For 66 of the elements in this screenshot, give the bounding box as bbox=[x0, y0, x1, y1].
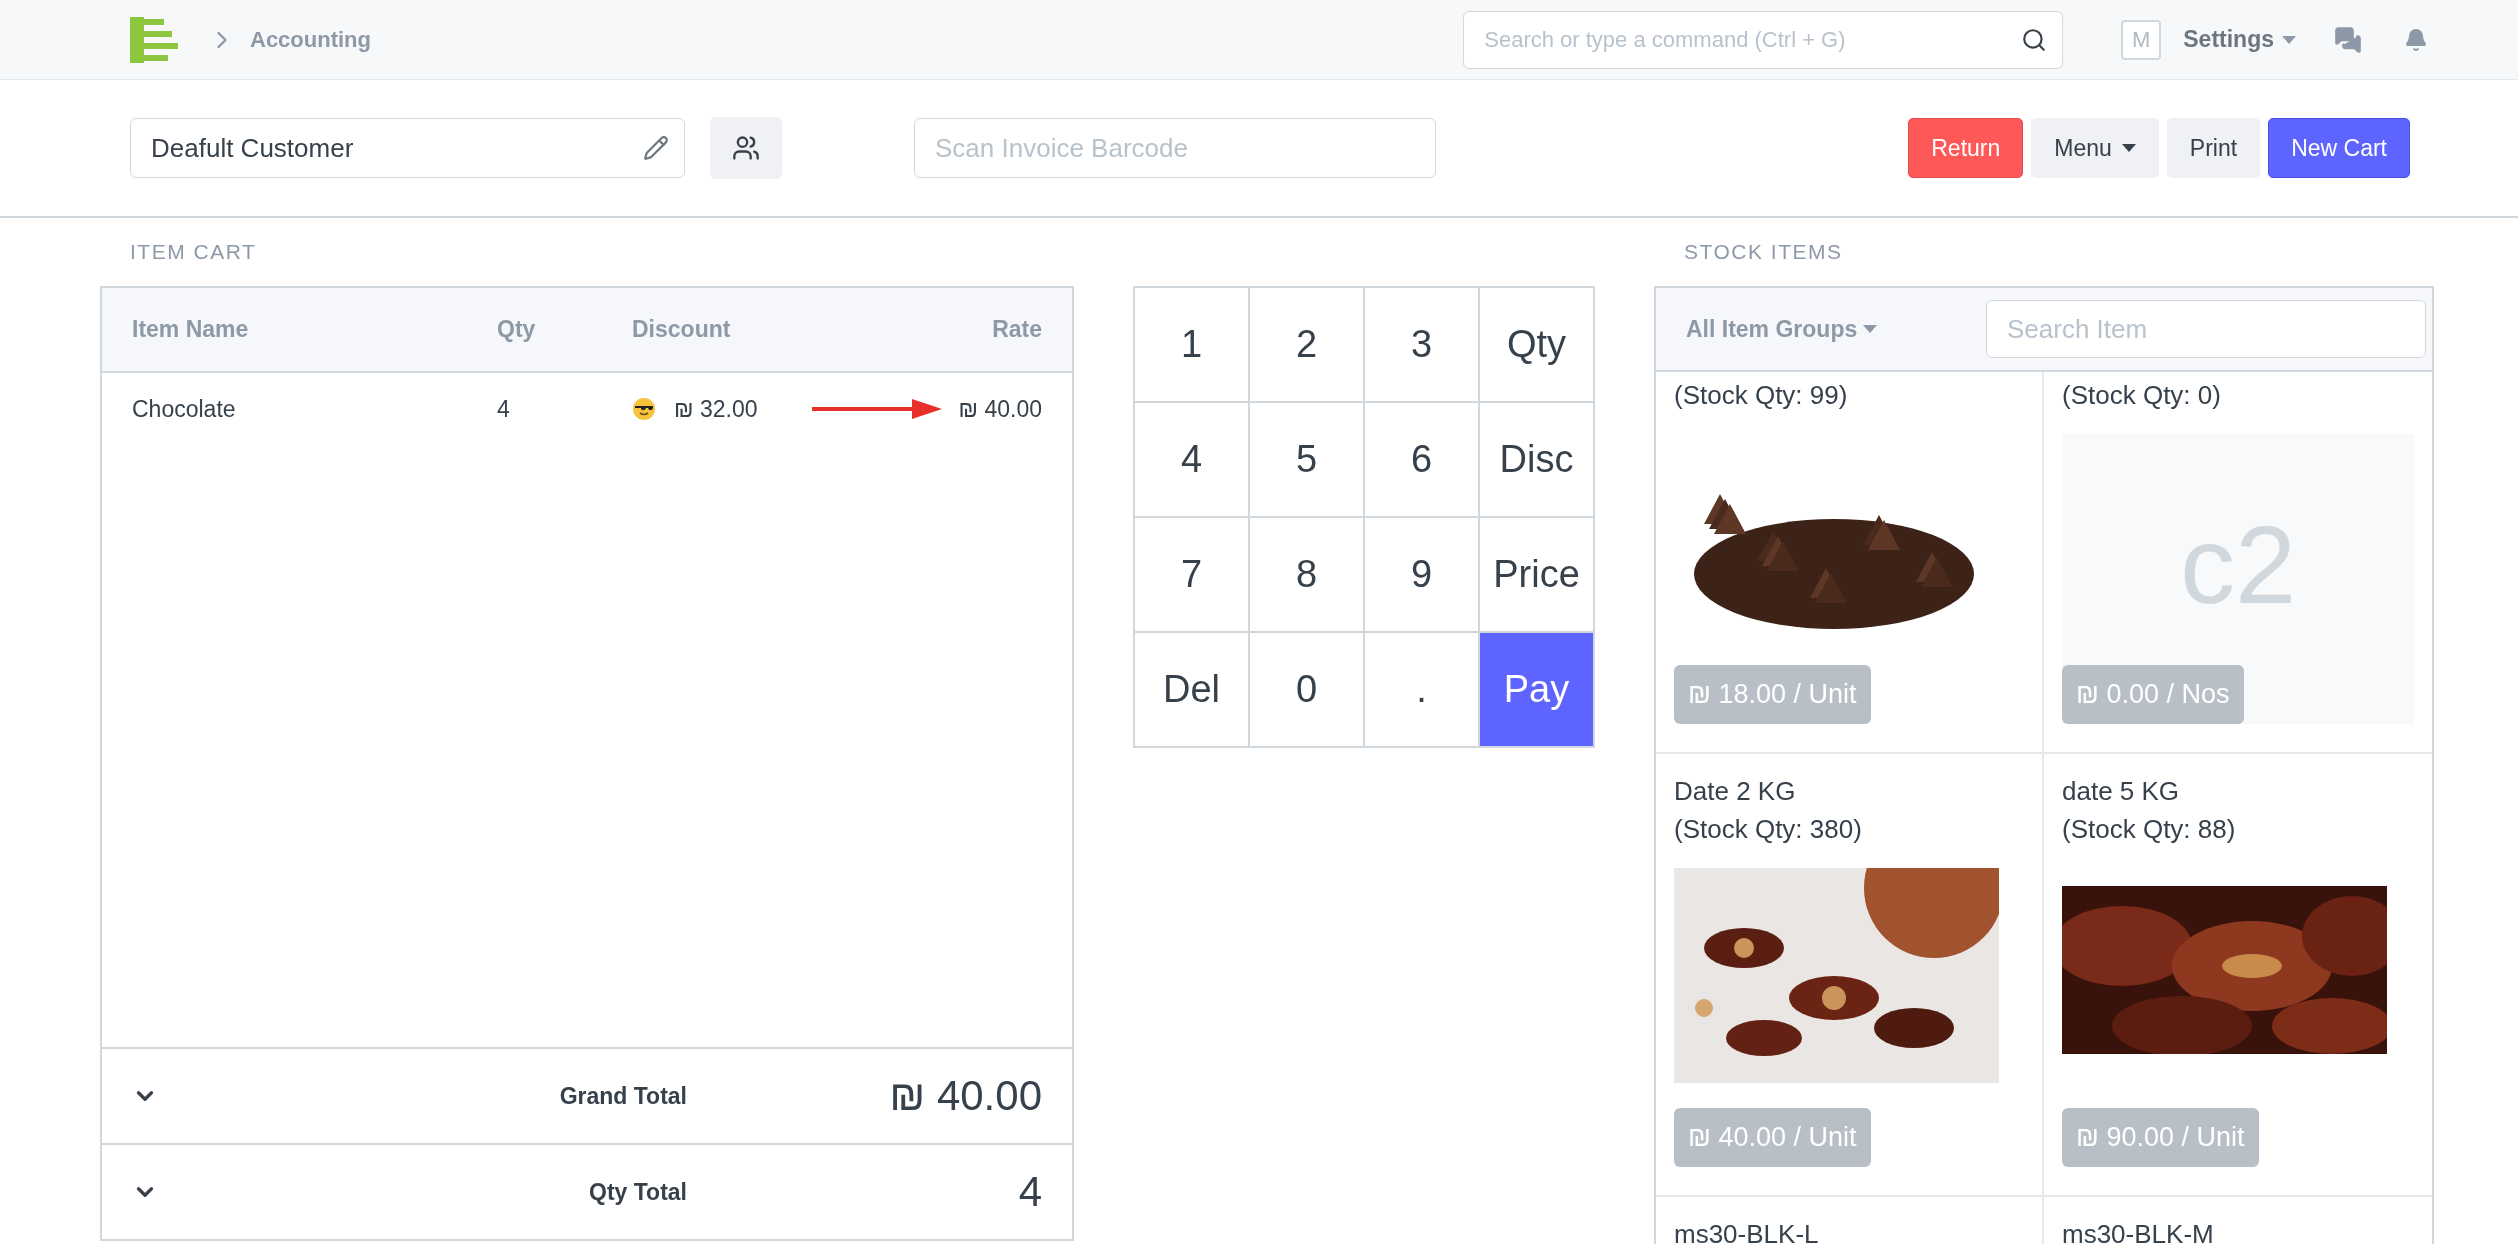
section-title: STOCK ITEMS bbox=[1683, 239, 1844, 265]
total-value: 4 bbox=[1018, 1168, 1042, 1216]
item-card[interactable]: (Stock Qty: 99) ₪ 18.00 / Unit bbox=[1656, 372, 2044, 754]
keypad-key[interactable]: Del bbox=[1135, 633, 1250, 748]
keypad-key[interactable]: Pay bbox=[1480, 633, 1595, 748]
item-name: ms30-BLK-L bbox=[1674, 1218, 1820, 1244]
item-card[interactable]: ms30-BLK-L bbox=[1656, 1197, 2044, 1244]
settings-menu[interactable]: Settings bbox=[2183, 26, 2296, 53]
item-search-field[interactable]: Search Item bbox=[1986, 300, 2426, 358]
keypad-key[interactable]: 6 bbox=[1365, 403, 1480, 518]
keypad-key[interactable]: 1 bbox=[1135, 288, 1250, 403]
keypad-key[interactable]: 4 bbox=[1135, 403, 1250, 518]
customer-field[interactable]: Deafult Customer bbox=[130, 118, 685, 178]
logo-icon bbox=[130, 16, 178, 63]
keypad-key[interactable]: 5 bbox=[1250, 403, 1365, 518]
item-name: ms30-BLK-M bbox=[2062, 1218, 2215, 1244]
bell-icon[interactable] bbox=[2404, 27, 2428, 52]
table-cell-text: Chocolate bbox=[132, 395, 237, 423]
column-header: Item Name bbox=[132, 316, 250, 343]
keypad-key[interactable]: Qty bbox=[1480, 288, 1595, 403]
total-label: Grand Total bbox=[559, 1082, 687, 1110]
section-title: ITEM CART bbox=[129, 239, 258, 265]
stock-qty: (Stock Qty: 0) bbox=[2062, 379, 2222, 412]
edit-icon[interactable] bbox=[643, 135, 669, 161]
stock-qty: (Stock Qty: 99) bbox=[1674, 379, 1849, 412]
item-name: date 5 KG bbox=[2062, 775, 2181, 808]
table-cell-text: 4 bbox=[497, 395, 511, 423]
column-header: Discount bbox=[632, 316, 732, 343]
price-badge: ₪ 40.00 / Unit bbox=[1674, 1108, 1871, 1167]
barcode-field[interactable]: Scan Invoice Barcode bbox=[914, 118, 1436, 178]
caret-icon bbox=[1863, 325, 1878, 333]
action-button[interactable]: New Cart bbox=[2268, 118, 2410, 178]
keypad-key[interactable]: 3 bbox=[1365, 288, 1480, 403]
keypad-key[interactable]: 7 bbox=[1135, 518, 1250, 633]
column-header: Qty bbox=[497, 316, 537, 343]
chat-icon[interactable] bbox=[2334, 25, 2362, 54]
price-badge: ₪ 0.00 / Nos bbox=[2062, 665, 2244, 724]
keypad-key[interactable]: Price bbox=[1480, 518, 1595, 633]
stock-qty: (Stock Qty: 380) bbox=[1674, 813, 1863, 846]
keypad-key[interactable]: 0 bbox=[1250, 633, 1365, 748]
total-label: Qty Total bbox=[589, 1178, 687, 1206]
price-badge: ₪ 90.00 / Unit bbox=[2062, 1108, 2259, 1167]
keypad-key[interactable]: . bbox=[1365, 633, 1480, 748]
column-header: Rate bbox=[992, 316, 1042, 343]
caret-icon bbox=[2121, 144, 2136, 152]
sunglasses-face-icon bbox=[632, 397, 656, 421]
keypad-key[interactable]: 8 bbox=[1250, 518, 1365, 633]
menu-button[interactable]: Menu bbox=[2031, 118, 2159, 178]
keypad-key[interactable]: 2 bbox=[1250, 288, 1365, 403]
search-field[interactable]: Search or type a command (Ctrl + G) bbox=[1463, 10, 2064, 69]
table-cell: ₪ 32.00 bbox=[674, 395, 758, 423]
action-button[interactable]: Print bbox=[2166, 118, 2261, 178]
total-value: ₪ 40.00 bbox=[889, 1072, 1042, 1120]
table-cell: ₪ 40.00 bbox=[958, 395, 1042, 423]
keypad-key[interactable]: 9 bbox=[1365, 518, 1480, 633]
item-name: Date 2 KG bbox=[1674, 775, 1797, 808]
price-badge: ₪ 18.00 / Unit bbox=[1674, 665, 1871, 724]
item-card[interactable]: ms30-BLK-M bbox=[2044, 1197, 2432, 1244]
search-icon bbox=[2021, 26, 2048, 53]
item-card[interactable]: date 5 KG (Stock Qty: 88) ₪ 90.00 / Unit bbox=[2044, 754, 2432, 1197]
stock-qty: (Stock Qty: 88) bbox=[2062, 813, 2237, 846]
customers-button[interactable] bbox=[710, 117, 782, 179]
keypad-key[interactable]: Disc bbox=[1480, 403, 1595, 518]
people-icon bbox=[732, 134, 760, 162]
item-card[interactable]: Date 2 KG (Stock Qty: 380) ₪ 40.00 / Unit bbox=[1656, 754, 2044, 1197]
caret-icon bbox=[2282, 35, 2296, 44]
